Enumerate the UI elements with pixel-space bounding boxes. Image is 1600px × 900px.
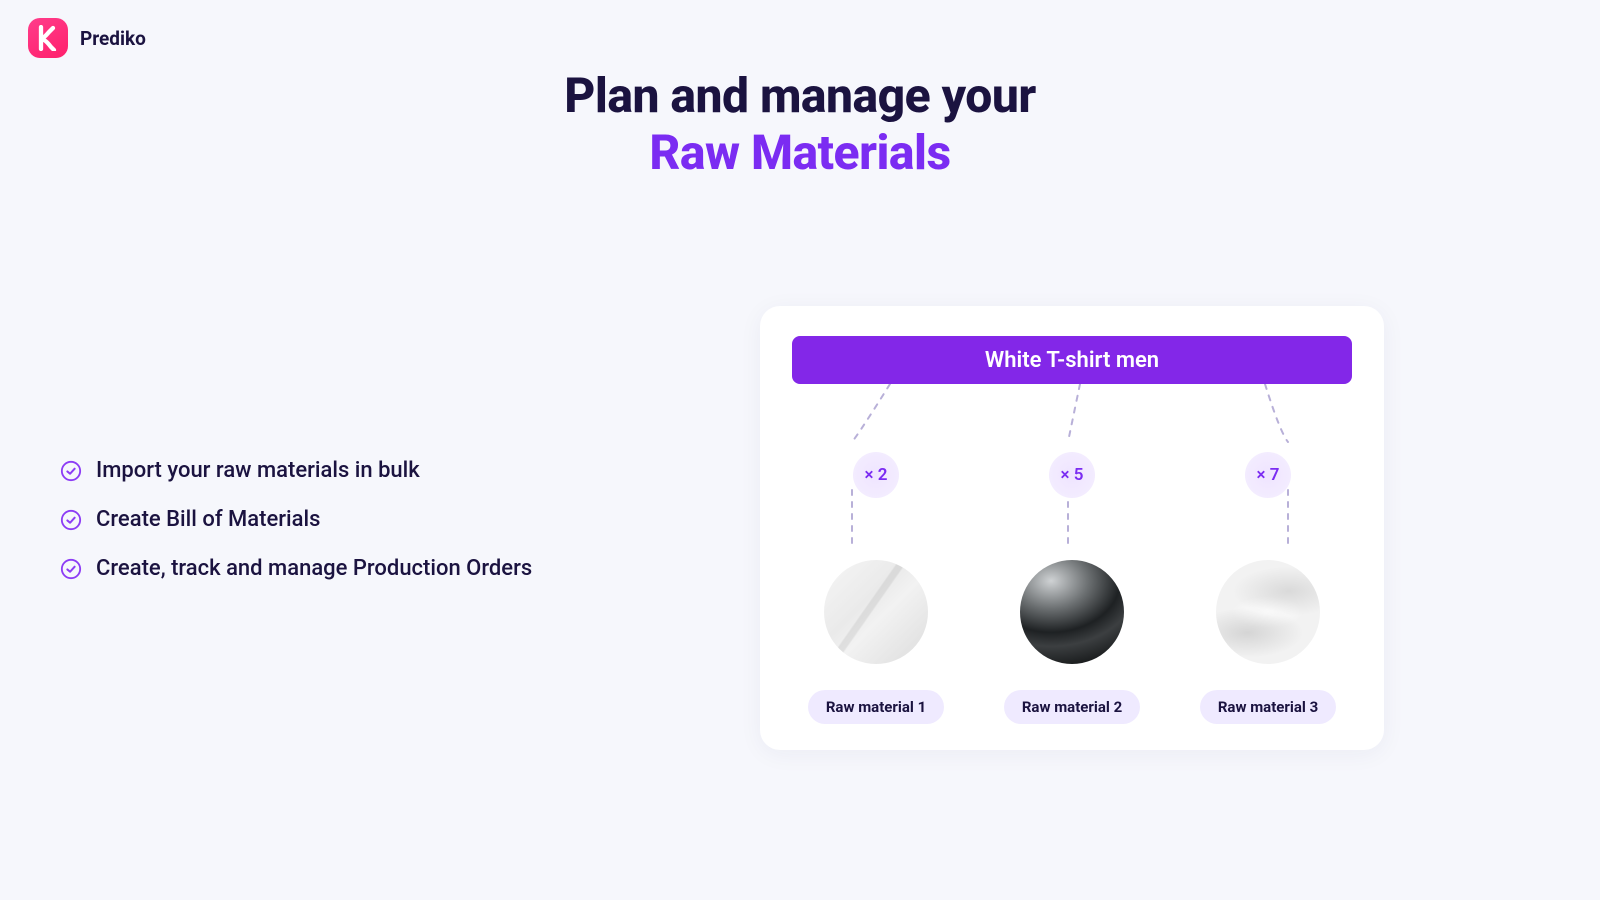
headline-line-1: Plan and manage your (0, 68, 1600, 125)
check-circle-icon (60, 509, 82, 531)
materials-row: × 2 Raw material 1 × 5 Raw material 2 × … (760, 394, 1384, 724)
headline-line-2: Raw Materials (0, 125, 1600, 182)
bom-diagram-card: White T-shirt men × 2 Raw material 1 × 5… (760, 306, 1384, 750)
material-swatch (1020, 560, 1124, 664)
material-item: × 7 Raw material 3 (1178, 394, 1358, 724)
brand-logo: Prediko (28, 18, 146, 58)
material-label: Raw material 1 (808, 690, 944, 724)
material-item: × 5 Raw material 2 (982, 394, 1162, 724)
product-name-bar: White T-shirt men (792, 336, 1352, 384)
feature-text: Create Bill of Materials (96, 507, 320, 532)
brand-logo-mark (28, 18, 68, 58)
material-item: × 2 Raw material 1 (786, 394, 966, 724)
quantity-badge: × 2 (853, 452, 899, 498)
material-label: Raw material 2 (1004, 690, 1140, 724)
feature-item: Import your raw materials in bulk (60, 458, 532, 483)
material-swatch (1216, 560, 1320, 664)
feature-text: Create, track and manage Production Orde… (96, 556, 532, 581)
brand-name: Prediko (80, 27, 146, 50)
logo-k-icon (37, 25, 59, 51)
quantity-badge: × 5 (1049, 452, 1095, 498)
feature-list: Import your raw materials in bulk Create… (60, 458, 532, 605)
feature-item: Create Bill of Materials (60, 507, 532, 532)
page-headline: Plan and manage your Raw Materials (0, 68, 1600, 181)
quantity-badge: × 7 (1245, 452, 1291, 498)
material-swatch (824, 560, 928, 664)
check-circle-icon (60, 558, 82, 580)
material-label: Raw material 3 (1200, 690, 1336, 724)
check-circle-icon (60, 460, 82, 482)
feature-item: Create, track and manage Production Orde… (60, 556, 532, 581)
feature-text: Import your raw materials in bulk (96, 458, 420, 483)
